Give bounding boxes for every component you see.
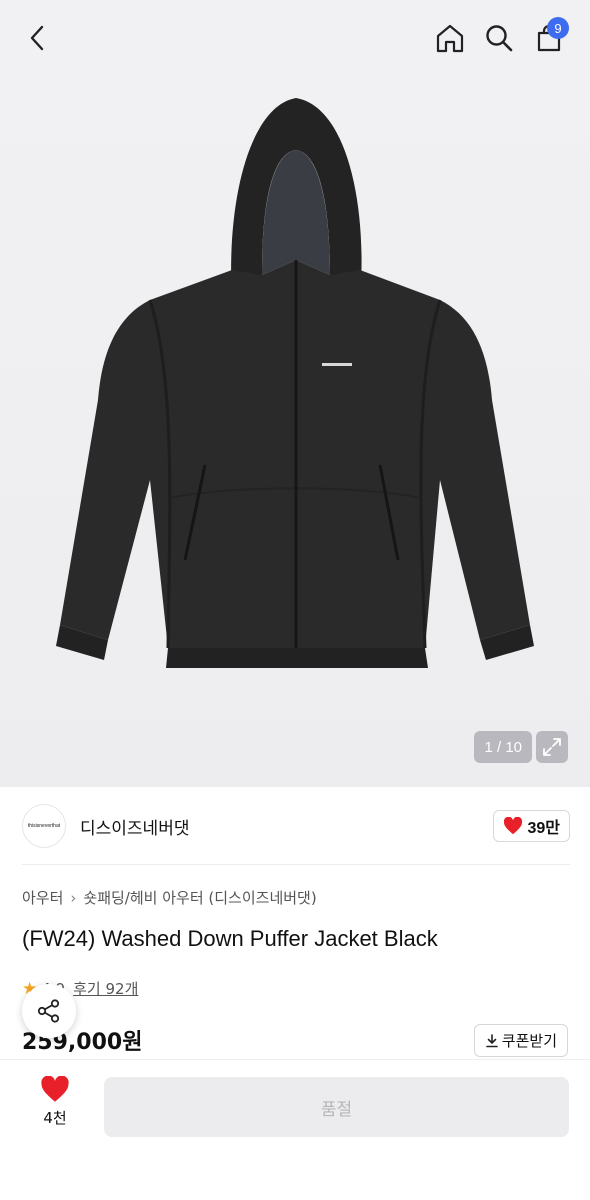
cart-count-badge: 9: [547, 17, 569, 39]
share-icon: [37, 999, 60, 1023]
chevron-right-icon: ›: [70, 888, 77, 907]
chevron-left-icon: [30, 25, 44, 51]
image-counter: 1 / 10: [474, 731, 532, 763]
expand-icon: [543, 738, 561, 756]
sold-out-button[interactable]: 품절: [104, 1077, 569, 1137]
bottom-action-bar: 4천 품절: [0, 1060, 590, 1200]
cart-button[interactable]: 9: [529, 17, 569, 58]
back-button[interactable]: [18, 18, 58, 58]
download-icon: [485, 1033, 498, 1047]
brand-row: thisisneverthat 디스이즈네버댓 39만: [22, 800, 570, 852]
brand-like-button[interactable]: 39만: [493, 810, 570, 842]
heart-icon: [41, 1076, 69, 1102]
home-button[interactable]: [430, 18, 470, 58]
coupon-label: 쿠폰받기: [501, 1032, 557, 1050]
brand-like-count: 39만: [527, 820, 560, 837]
breadcrumb-subcategory[interactable]: 숏패딩/헤비 아우터 (디스이즈네버댓): [83, 887, 316, 908]
breadcrumb: 아우터 › 숏패딩/헤비 아우터 (디스이즈네버댓): [22, 887, 317, 908]
home-icon: [436, 24, 464, 53]
wishlist-button[interactable]: 4천: [30, 1076, 80, 1128]
brand-logo[interactable]: thisisneverthat: [22, 804, 66, 848]
product-title: (FW24) Washed Down Puffer Jacket Black: [22, 926, 438, 951]
coupon-button[interactable]: 쿠폰받기: [473, 1024, 568, 1057]
brand-name[interactable]: 디스이즈네버댓: [80, 814, 189, 839]
breadcrumb-category[interactable]: 아우터: [22, 887, 63, 908]
reviews-link[interactable]: 후기 92개: [73, 978, 138, 999]
wishlist-count: 4천: [43, 1109, 67, 1127]
heart-icon: [504, 817, 523, 835]
product-image-carousel[interactable]: 1 / 10: [0, 80, 590, 787]
brand-logo-text: thisisneverthat: [27, 823, 61, 829]
share-button[interactable]: [22, 984, 76, 1038]
divider: [22, 864, 570, 865]
search-icon: [486, 25, 513, 52]
search-button[interactable]: [479, 18, 519, 58]
expand-button[interactable]: [536, 731, 568, 763]
top-app-bar: 9: [0, 0, 590, 80]
product-image: [56, 98, 534, 668]
